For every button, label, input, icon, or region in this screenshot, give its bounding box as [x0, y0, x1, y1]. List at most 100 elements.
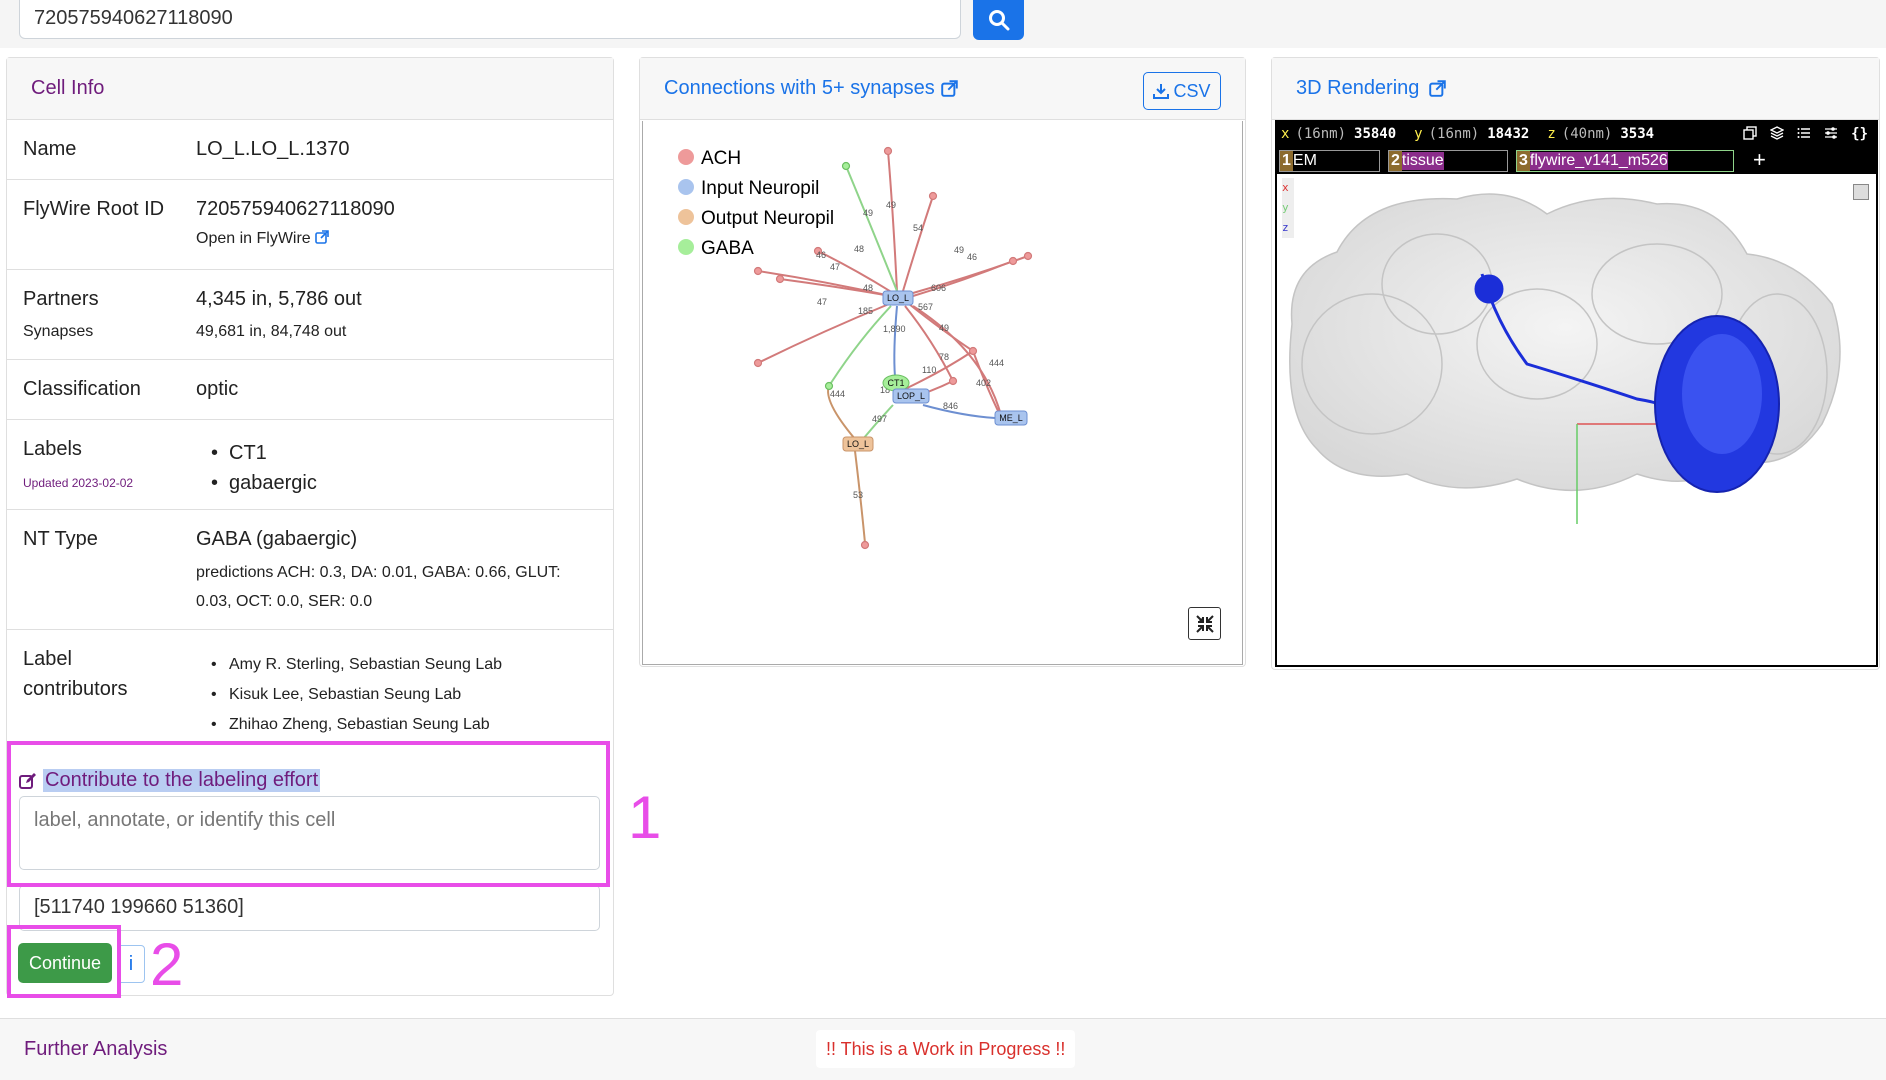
edge-label: 402	[976, 378, 991, 388]
name-label: Name	[23, 138, 77, 160]
legend-dot-ach	[678, 149, 694, 165]
legend-label-ach: ACH	[701, 148, 741, 169]
connections-title: Connections with 5+ synapses	[664, 77, 935, 99]
add-layer-button[interactable]: +	[1753, 146, 1766, 174]
partners-row: Partners Synapses 4,345 in, 5,786 out 49…	[7, 270, 613, 360]
edge-label: 49	[954, 245, 964, 255]
copy-icon[interactable]	[1743, 126, 1757, 140]
graph-edge	[902, 195, 934, 292]
compress-icon	[1195, 614, 1214, 633]
open-in-flywire-link[interactable]: Open in FlyWire	[196, 230, 329, 248]
search-button[interactable]	[973, 0, 1024, 40]
top-bar: 720575940627118090	[0, 0, 1886, 48]
rendering-title-link[interactable]: 3D Rendering	[1296, 77, 1447, 100]
root-id-value: 720575940627118090	[196, 198, 395, 220]
edge-label: 567	[918, 302, 933, 312]
work-in-progress-badge: !! This is a Work in Progress !!	[816, 1030, 1076, 1068]
highlight-box-1	[7, 741, 610, 887]
contributors-row: Label contributors Amy R. Sterling, Seba…	[7, 630, 613, 740]
edge-label: 1,890	[883, 324, 906, 334]
layer-number: 1	[1280, 151, 1293, 171]
legend-label-input: Input Neuropil	[701, 178, 819, 199]
csv-label: CSV	[1173, 80, 1211, 101]
graph-endpoint	[928, 191, 938, 201]
layer-name: EM	[1292, 152, 1317, 169]
contributor-item: Kisuk Lee, Sebastian Seung Lab	[207, 680, 502, 710]
csv-download-button[interactable]: CSV	[1143, 72, 1221, 110]
y-coordinate[interactable]: 18432	[1487, 126, 1529, 142]
graph-endpoint	[948, 376, 958, 386]
neuroglancer-coordinate-bar: x (16nm) 35840 y (16nm) 18432 z (40nm) 3…	[1277, 122, 1876, 146]
partners-label: Partners	[23, 288, 99, 310]
fullscreen-toggle-button[interactable]	[1188, 607, 1221, 640]
edge-label: 46	[967, 252, 977, 262]
edge-label: 48	[854, 244, 864, 254]
graph-endpoint	[775, 274, 785, 284]
graph-endpoint	[841, 161, 851, 171]
classification-row: Classification optic	[7, 360, 613, 420]
edge-label: 47	[830, 262, 840, 272]
layer-name: tissue	[1401, 152, 1444, 170]
edge-label: 444	[830, 389, 845, 399]
edge-label: 78	[939, 352, 949, 362]
graph-endpoint	[968, 346, 978, 356]
labels-row: Labels Updated 2023-02-02 CT1 gabaergic	[7, 420, 613, 510]
node-me-label: ME_L	[999, 413, 1023, 423]
layer-name: flywire_v141_m526	[1529, 152, 1668, 170]
neuroglancer-layer-bar: 1 EM 2 tissue 3 flywire_v141_m526 +	[1277, 146, 1876, 174]
nt-type-row: NT Type GABA (gabaergic) predictions ACH…	[7, 510, 613, 630]
z-axis-label: z	[1547, 126, 1556, 142]
external-link-icon	[940, 80, 958, 97]
viewer-toolbar: {}	[1743, 126, 1868, 142]
nt-predictions-line-1: predictions ACH: 0.3, DA: 0.01, GABA: 0.…	[196, 564, 561, 581]
node-lo-top-label: LO_L	[887, 293, 909, 303]
z-coordinate[interactable]: 3534	[1620, 126, 1654, 142]
synapses-label: Synapses	[23, 323, 94, 340]
settings-sliders-icon[interactable]	[1824, 126, 1838, 140]
neuron-soma	[1474, 274, 1504, 304]
x-axis-label: x	[1281, 126, 1290, 142]
graph-endpoint	[753, 358, 763, 368]
search-input[interactable]: 720575940627118090	[19, 0, 961, 39]
highlight-box-2	[7, 925, 121, 998]
graph-endpoint	[753, 266, 763, 276]
network-graph[interactable]: ACH Input Neuropil Output Neuropil GABA	[643, 121, 1244, 665]
edge-label: 54	[913, 223, 923, 233]
list-icon[interactable]	[1797, 126, 1811, 140]
external-link-icon	[315, 230, 329, 244]
contributors-list: Amy R. Sterling, Sebastian Seung Lab Kis…	[207, 650, 502, 740]
edge-label: 49	[939, 323, 949, 333]
rendering-card: 3D Rendering x (16nm) 35840 y (16nm) 184…	[1271, 57, 1880, 670]
brain-3d-render[interactable]	[1277, 174, 1876, 574]
info-button[interactable]: i	[117, 945, 145, 983]
json-state-icon[interactable]: {}	[1851, 126, 1868, 142]
search-icon	[988, 9, 1009, 30]
graph-edge	[893, 305, 898, 378]
contributors-label-2: contributors	[23, 678, 128, 700]
x-coordinate[interactable]: 35840	[1354, 126, 1396, 142]
external-link-icon	[1429, 80, 1447, 97]
label-item: gabaergic	[207, 468, 317, 498]
neuroglancer-viewer[interactable]: x (16nm) 35840 y (16nm) 18432 z (40nm) 3…	[1275, 120, 1878, 667]
labels-updated: Updated 2023-02-02	[23, 476, 134, 490]
layer-number: 3	[1517, 151, 1530, 171]
connections-title-link[interactable]: Connections with 5+ synapses	[664, 77, 958, 100]
edge-label: 110	[922, 365, 936, 375]
cell-info-title: Cell Info	[7, 58, 613, 120]
open-in-flywire-label: Open in FlyWire	[196, 230, 311, 247]
further-analysis-title[interactable]: Further Analysis	[24, 1038, 167, 1061]
rendering-header: 3D Rendering	[1272, 58, 1879, 120]
edge-label: 497	[872, 414, 887, 424]
graph-edge	[922, 404, 996, 419]
graph-endpoint	[1008, 256, 1018, 266]
layers-icon[interactable]	[1770, 126, 1785, 140]
node-lop-label: LOP_L	[897, 391, 925, 401]
layer-tab-tissue[interactable]: 2 tissue	[1388, 150, 1508, 172]
network-graph-area[interactable]: ACH Input Neuropil Output Neuropil GABA	[642, 121, 1243, 665]
edge-label: 53	[853, 490, 863, 500]
labels-label: Labels	[23, 438, 82, 460]
root-id-label: FlyWire Root ID	[23, 198, 165, 220]
highlight-number-1: 1	[628, 784, 662, 851]
layer-tab-flywire[interactable]: 3 flywire_v141_m526	[1516, 150, 1734, 172]
layer-tab-em[interactable]: 1 EM	[1279, 150, 1380, 172]
